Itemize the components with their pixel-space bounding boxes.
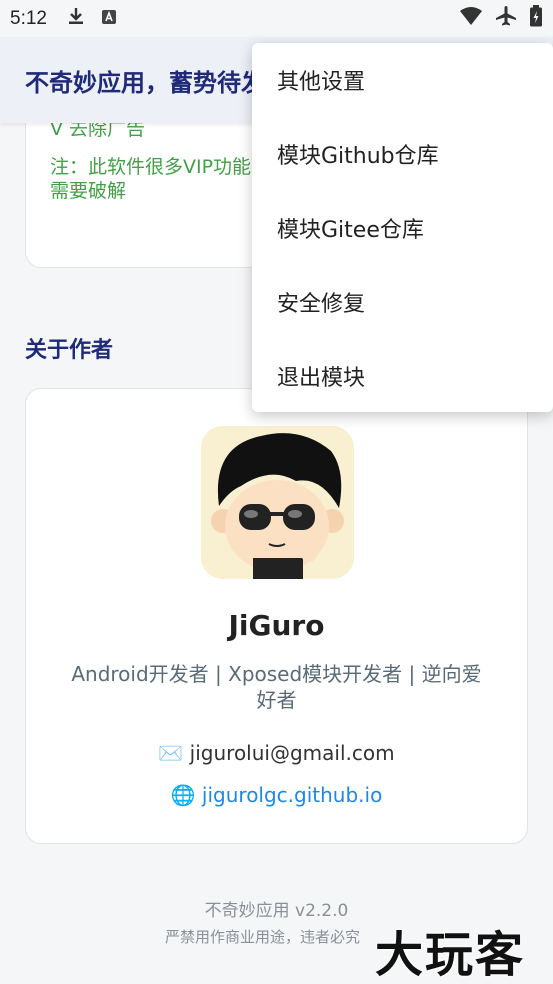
wifi-icon <box>459 6 483 31</box>
footer-warning: 严禁用作商业用途，违者必究 <box>165 928 361 946</box>
menu-item-github-repo[interactable]: 模块Github仓库 <box>252 117 553 191</box>
app-notification-icon <box>101 8 117 30</box>
overflow-menu: 其他设置 模块Github仓库 模块Gitee仓库 安全修复 退出模块 <box>252 43 553 412</box>
author-card: JiGuro Android开发者 | Xposed模块开发者 | 逆向爱好者 … <box>25 388 528 844</box>
about-section-title: 关于作者 <box>25 338 114 363</box>
notice-note: 注：此软件很多VIP功能需要破解 <box>50 156 252 202</box>
download-icon <box>67 7 85 30</box>
author-website-link[interactable]: 🌐 jigurolgc.github.io <box>26 783 527 807</box>
author-website-text: jigurolgc.github.io <box>201 783 383 807</box>
status-time: 5:12 <box>10 7 47 29</box>
menu-item-gitee-repo[interactable]: 模块Gitee仓库 <box>252 191 553 265</box>
menu-item-security-fix[interactable]: 安全修复 <box>252 265 553 339</box>
watermark-logo: 大玩客 <box>375 927 526 983</box>
author-name: JiGuro <box>228 609 325 642</box>
menu-item-other-settings[interactable]: 其他设置 <box>252 43 553 117</box>
globe-icon: 🌐 <box>170 783 196 807</box>
author-email-text: jigurolui@gmail.com <box>189 741 395 765</box>
app-title: 不奇妙应用，蓄势待发 <box>25 68 265 97</box>
author-description: Android开发者 | Xposed模块开发者 | 逆向爱好者 <box>71 662 482 712</box>
status-bar: 5:12 <box>0 0 553 37</box>
avatar <box>201 426 354 579</box>
airplane-mode-icon <box>495 5 517 32</box>
author-email-link[interactable]: ✉️ jigurolui@gmail.com <box>26 741 527 765</box>
battery-icon <box>529 5 543 32</box>
menu-item-exit-module[interactable]: 退出模块 <box>252 339 553 413</box>
envelope-icon: ✉️ <box>158 741 184 765</box>
